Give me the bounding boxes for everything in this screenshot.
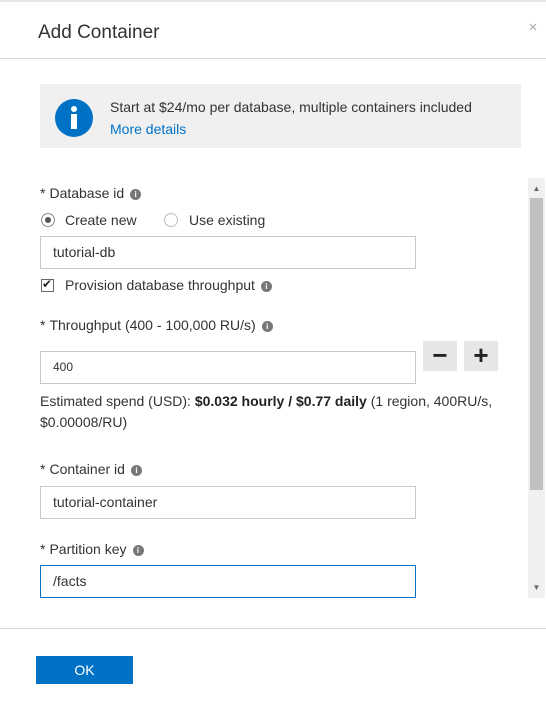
close-icon[interactable]: × <box>525 20 541 36</box>
dialog-title: Add Container <box>38 22 160 43</box>
throughput-label: * Throughput (400 - 100,000 RU/s) i <box>40 317 273 333</box>
footer-divider <box>0 628 546 629</box>
database-id-label: * Database id i <box>40 185 142 201</box>
estimated-spend: Estimated spend (USD): $0.032 hourly / $… <box>40 391 520 433</box>
database-id-label-text: Database id <box>49 185 125 201</box>
container-id-input[interactable]: tutorial-container <box>40 486 416 519</box>
create-new-radio[interactable] <box>41 213 55 227</box>
ok-button[interactable]: OK <box>36 656 133 684</box>
throughput-label-text: Throughput (400 - 100,000 RU/s) <box>49 317 256 333</box>
header-divider <box>0 0 546 2</box>
required-marker: * <box>40 461 46 477</box>
database-id-input[interactable]: tutorial-db <box>40 236 416 269</box>
create-new-label: Create new <box>65 212 137 228</box>
provision-throughput-label-text: Provision database throughput <box>65 277 255 293</box>
form-scrollbar[interactable]: ▲ ▼ <box>528 178 545 598</box>
scroll-thumb[interactable] <box>530 198 543 490</box>
info-text: Start at $24/mo per database, multiple c… <box>110 99 472 115</box>
throughput-input[interactable]: 400 <box>40 351 416 384</box>
increment-button[interactable]: + <box>464 341 498 371</box>
required-marker: * <box>40 541 46 557</box>
container-id-label: * Container id i <box>40 461 142 477</box>
partition-key-input[interactable]: /facts <box>40 565 416 598</box>
provision-help-icon[interactable]: i <box>260 281 272 292</box>
required-marker: * <box>40 317 46 333</box>
use-existing-radio[interactable] <box>164 213 178 227</box>
info-banner: Start at $24/mo per database, multiple c… <box>40 84 521 148</box>
throughput-help-icon[interactable]: i <box>261 321 273 332</box>
container-id-label-text: Container id <box>49 461 125 477</box>
partition-key-label: * Partition key i <box>40 541 144 557</box>
estimate-prefix: Estimated spend (USD): <box>40 393 195 409</box>
more-details-link[interactable]: More details <box>110 121 186 137</box>
partition-key-help-icon[interactable]: i <box>132 545 144 556</box>
use-existing-label: Use existing <box>189 212 266 228</box>
provision-throughput-label: Provision database throughput i <box>65 277 272 293</box>
title-divider <box>0 58 546 59</box>
container-id-help-icon[interactable]: i <box>130 465 142 476</box>
partition-key-label-text: Partition key <box>49 541 127 557</box>
scroll-up-icon[interactable]: ▲ <box>528 180 545 197</box>
add-container-panel: Add Container × Start at $24/mo per data… <box>0 0 546 704</box>
scroll-down-icon[interactable]: ▼ <box>528 579 545 596</box>
info-icon <box>55 99 93 137</box>
decrement-button[interactable]: − <box>423 341 457 371</box>
database-id-help-icon[interactable]: i <box>130 189 142 200</box>
estimate-amount: $0.032 hourly / $0.77 daily <box>194 393 367 409</box>
provision-throughput-checkbox[interactable] <box>41 277 54 292</box>
required-marker: * <box>40 185 46 201</box>
